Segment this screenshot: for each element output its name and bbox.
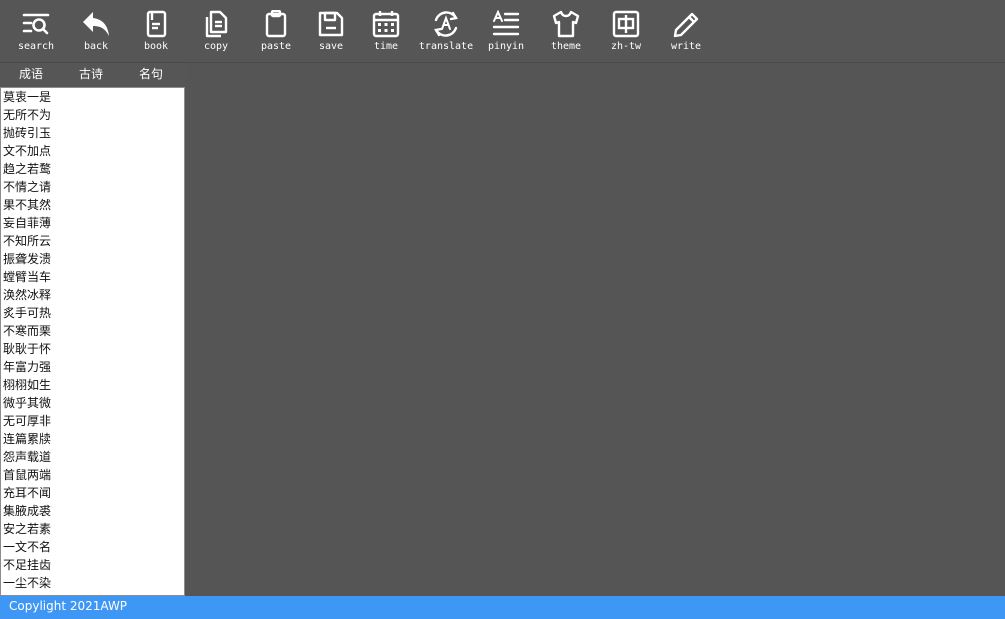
list-item[interactable]: 安之若素 (1, 520, 184, 538)
theme-button[interactable]: theme (536, 0, 596, 58)
list-item[interactable]: 无所不为 (1, 106, 184, 124)
list-item[interactable]: 妄自菲薄 (1, 214, 184, 232)
chinese-char-icon (612, 10, 640, 38)
book-label: book (143, 41, 169, 52)
tab-idioms[interactable]: 成语 (1, 63, 61, 87)
search-label: search (17, 41, 55, 52)
list-item[interactable]: 无可厚非 (1, 412, 184, 430)
list-item[interactable]: 不知所云 (1, 232, 184, 250)
list-item[interactable]: 连篇累牍 (1, 430, 184, 448)
clipboard-icon (265, 10, 287, 38)
tab-quotes[interactable]: 名句 (121, 63, 181, 87)
translate-button[interactable]: translate (416, 0, 476, 58)
idiom-list[interactable]: 莫衷一是 无所不为 抛砖引玉 文不加点 趋之若鹜 不情之请 果不其然 妄自菲薄 … (0, 87, 185, 596)
save-icon (318, 11, 344, 37)
list-item[interactable]: 莫衷一是 (1, 88, 184, 106)
list-item[interactable]: 振聋发溃 (1, 250, 184, 268)
list-item[interactable]: 怨声载道 (1, 448, 184, 466)
search-icon (22, 13, 50, 35)
translate-label: translate (418, 41, 474, 52)
list-item[interactable]: 趋之若鹜 (1, 160, 184, 178)
save-button[interactable]: save (301, 0, 361, 58)
calendar-icon (372, 11, 400, 38)
tab-poems[interactable]: 古诗 (61, 63, 121, 87)
paste-label: paste (260, 41, 292, 52)
pinyin-label: pinyin (487, 41, 525, 52)
paste-button[interactable]: paste (246, 0, 306, 58)
list-item[interactable]: 抛砖引玉 (1, 124, 184, 142)
list-item[interactable]: 耿耿于怀 (1, 340, 184, 358)
back-arrow-icon (83, 12, 109, 36)
list-item[interactable]: 一尘不染 (1, 574, 184, 592)
copyright-text: Copylight 2021AWP (9, 599, 128, 613)
list-item[interactable]: 涣然冰释 (1, 286, 184, 304)
translate-icon (434, 11, 458, 37)
pinyin-icon (492, 10, 520, 36)
list-item[interactable]: 首鼠两端 (1, 466, 184, 484)
copy-label: copy (203, 41, 229, 52)
pencil-icon (673, 12, 699, 38)
list-item[interactable]: 炙手可热 (1, 304, 184, 322)
list-item[interactable]: 微乎其微 (1, 394, 184, 412)
time-button[interactable]: time (356, 0, 416, 58)
list-item[interactable]: 充耳不闻 (1, 484, 184, 502)
list-item[interactable]: 一文不名 (1, 538, 184, 556)
book-icon (146, 10, 167, 38)
write-button[interactable]: write (656, 0, 716, 58)
toolbar: search back book copy paste save time tr… (0, 0, 1005, 63)
list-item[interactable]: 集腋成裘 (1, 502, 184, 520)
status-bar: Copylight 2021AWP (0, 596, 1005, 619)
theme-label: theme (550, 41, 582, 52)
time-label: time (373, 41, 399, 52)
list-item[interactable]: 不情之请 (1, 178, 184, 196)
list-item[interactable]: 年富力强 (1, 358, 184, 376)
list-item[interactable]: 果不其然 (1, 196, 184, 214)
zh-tw-label: zh-tw (610, 41, 642, 52)
category-tabs: 成语 古诗 名句 (0, 63, 187, 87)
copy-icon (205, 10, 228, 38)
list-item[interactable]: 不足挂齿 (1, 556, 184, 574)
zh-tw-button[interactable]: zh-tw (596, 0, 656, 58)
search-button[interactable]: search (6, 0, 66, 58)
back-button[interactable]: back (66, 0, 126, 58)
pinyin-button[interactable]: pinyin (476, 0, 536, 58)
list-item[interactable]: 螳臂当车 (1, 268, 184, 286)
save-label: save (318, 41, 344, 52)
shirt-icon (552, 10, 580, 38)
book-button[interactable]: book (126, 0, 186, 58)
write-label: write (670, 41, 702, 52)
list-item[interactable]: 不寒而栗 (1, 322, 184, 340)
back-label: back (83, 41, 109, 52)
list-item[interactable]: 文不加点 (1, 142, 184, 160)
content-panel (188, 63, 1005, 596)
copy-button[interactable]: copy (186, 0, 246, 58)
list-item[interactable]: 栩栩如生 (1, 376, 184, 394)
